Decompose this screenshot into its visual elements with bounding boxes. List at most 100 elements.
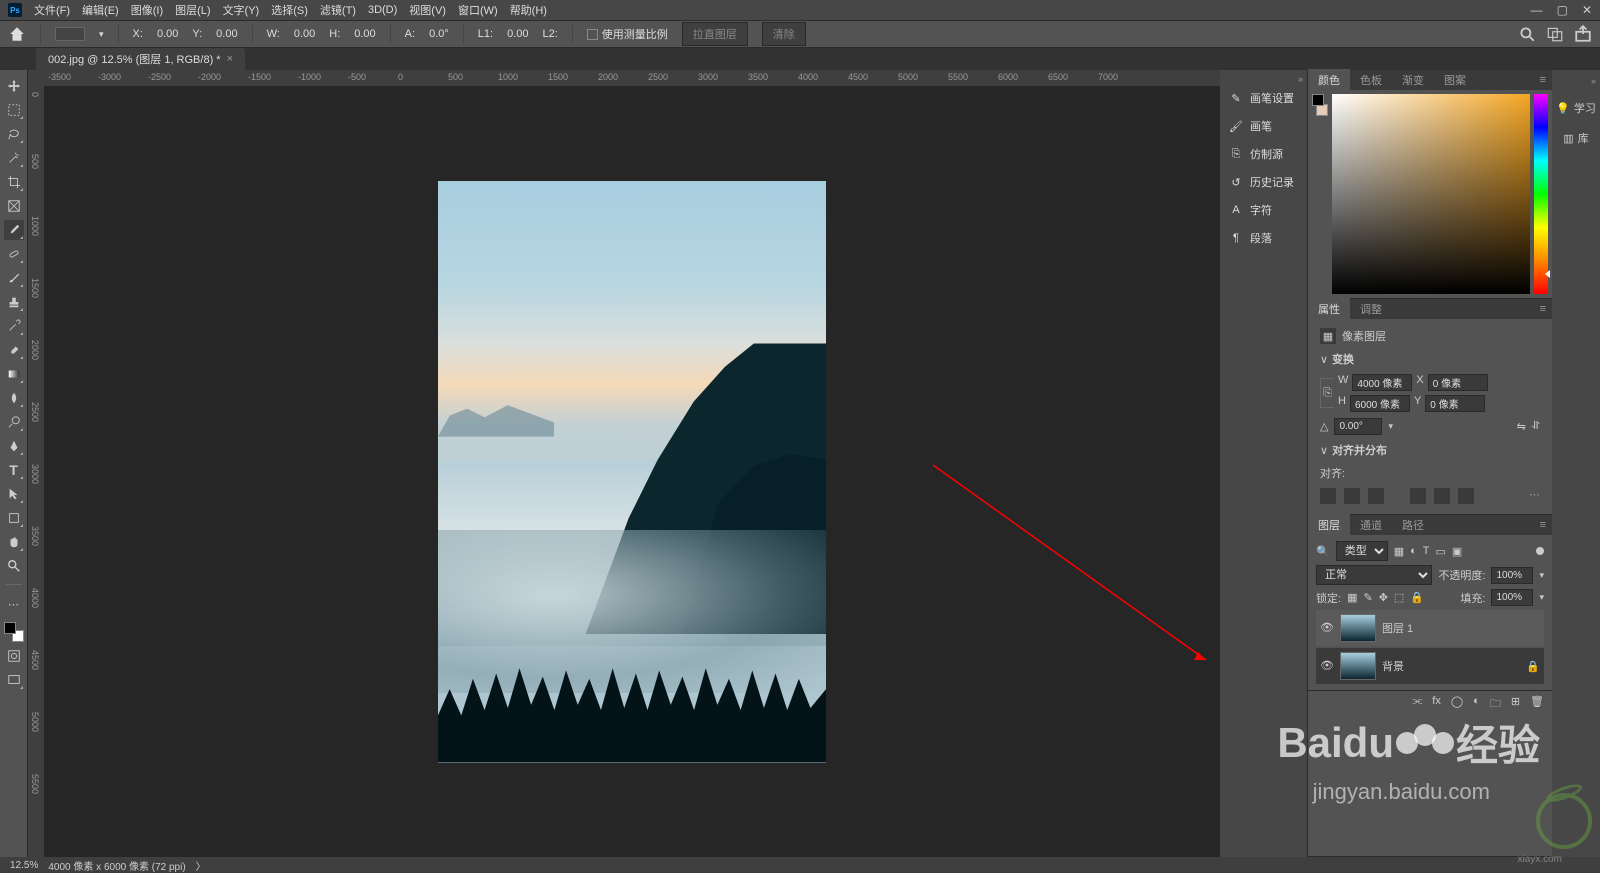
ruler-tool-icon[interactable] [55,27,85,41]
group-icon[interactable]: 🗀 [1490,695,1501,714]
blend-mode-select[interactable]: 正常 [1316,565,1432,585]
history-brush-tool-icon[interactable] [4,316,24,336]
hue-slider[interactable] [1534,94,1548,294]
layer-thumbnail[interactable] [1340,652,1376,680]
share-icon[interactable] [1574,25,1592,43]
crop-tool-icon[interactable] [4,172,24,192]
lock-pos-icon[interactable]: ✥ [1379,591,1388,604]
fx-icon[interactable]: fx [1432,695,1441,714]
brush-tool-icon[interactable] [4,268,24,288]
home-icon[interactable] [8,25,26,43]
menu-image[interactable]: 图像(I) [131,2,163,18]
menu-help[interactable]: 帮助(H) [510,2,547,18]
menu-type[interactable]: 文字(Y) [223,2,260,18]
scale-checkbox[interactable]: 使用测量比例 [587,26,668,42]
align-left-icon[interactable] [1320,488,1336,504]
filter-shape-icon[interactable]: ▭ [1436,545,1446,558]
color-fg-bg[interactable] [1312,94,1328,294]
document-tab[interactable]: 002.jpg @ 12.5% (图层 1, RGB/8) * × [36,48,245,70]
edit-toolbar-icon[interactable]: ⋯ [4,594,24,614]
menu-3d[interactable]: 3D(D) [368,4,397,16]
menu-filter[interactable]: 滤镜(T) [320,2,356,18]
align-hcenter-icon[interactable] [1344,488,1360,504]
adjust-layer-icon[interactable]: ◐ [1473,695,1480,714]
layer-thumbnail[interactable] [1340,614,1376,642]
align-bottom-icon[interactable] [1458,488,1474,504]
clone-source-panel-btn[interactable]: ⎘仿制源 [1220,140,1307,168]
filter-adjust-icon[interactable]: ◐ [1410,545,1417,557]
link-layers-icon[interactable]: ⫘ [1412,695,1422,714]
frames-icon[interactable] [1546,25,1564,43]
fill-input[interactable] [1491,589,1533,606]
hand-tool-icon[interactable] [4,532,24,552]
align-vcenter-icon[interactable] [1434,488,1450,504]
new-layer-icon[interactable]: ⊞ [1511,695,1520,714]
menu-window[interactable]: 窗口(W) [458,2,498,18]
menu-edit[interactable]: 编辑(E) [82,2,119,18]
maximize-icon[interactable]: ▢ [1557,3,1568,17]
lasso-tool-icon[interactable] [4,124,24,144]
tab-adjustments[interactable]: 调整 [1350,298,1392,320]
delete-layer-icon[interactable]: 🗑 [1530,695,1544,714]
panel-menu-icon[interactable]: ≡ [1534,303,1552,315]
visibility-icon[interactable]: 👁 [1320,621,1334,635]
visibility-icon[interactable]: 👁 [1320,659,1334,673]
brush-settings-panel-btn[interactable]: ✎画笔设置 [1220,84,1307,112]
filter-type-select[interactable]: 类型 [1336,541,1388,561]
minimize-icon[interactable]: — [1531,3,1543,17]
eraser-tool-icon[interactable] [4,340,24,360]
filter-pixel-icon[interactable]: ▦ [1394,545,1404,558]
layer-name[interactable]: 背景 [1382,658,1404,674]
link-wh-icon[interactable]: ⎘ [1320,378,1334,408]
layer-item-bg[interactable]: 👁 背景 🔒 [1316,648,1544,684]
tab-gradients[interactable]: 渐变 [1392,69,1434,91]
doc-info[interactable]: 4000 像素 x 6000 像素 (72 ppi) [48,858,185,873]
stamp-tool-icon[interactable] [4,292,24,312]
tab-layers[interactable]: 图层 [1308,514,1350,536]
ruler-horizontal[interactable]: -3500-3000-2500-2000-1500-1000-500050010… [28,70,1220,86]
menu-view[interactable]: 视图(V) [409,2,446,18]
filter-smart-icon[interactable]: ▣ [1452,545,1462,558]
lock-pixel-icon[interactable]: ✎ [1363,591,1372,604]
tab-color[interactable]: 颜色 [1308,69,1350,91]
tab-channels[interactable]: 通道 [1350,514,1392,536]
y-input[interactable] [1425,395,1485,412]
align-more-icon[interactable]: ⋯ [1529,488,1540,504]
menu-layer[interactable]: 图层(L) [175,2,210,18]
move-tool-icon[interactable] [4,76,24,96]
panel-menu-icon[interactable]: ≡ [1534,519,1552,531]
brush-panel-btn[interactable]: 🖌画笔 [1220,112,1307,140]
paragraph-panel-btn[interactable]: ¶段落 [1220,224,1307,252]
fg-color-icon[interactable] [4,622,16,634]
close-icon[interactable]: ✕ [1582,3,1592,17]
gradient-tool-icon[interactable] [4,364,24,384]
dodge-tool-icon[interactable] [4,412,24,432]
heal-tool-icon[interactable] [4,244,24,264]
zoom-tool-icon[interactable] [4,556,24,576]
zoom-level[interactable]: 12.5% [10,860,38,871]
lock-all-icon[interactable]: 🔒 [1410,591,1424,604]
layer-name[interactable]: 图层 1 [1382,620,1413,636]
ruler-vertical[interactable]: 0500100015002000250030003500400045005000… [28,86,44,857]
marquee-tool-icon[interactable] [4,100,24,120]
flip-v-icon[interactable]: ⥯ [1532,420,1540,433]
learn-panel-btn[interactable]: 💡学习 [1556,100,1596,116]
info-caret-icon[interactable]: 〉 [196,858,206,873]
blur-tool-icon[interactable] [4,388,24,408]
tab-patterns[interactable]: 图案 [1434,69,1476,91]
height-input[interactable] [1350,395,1410,412]
color-swatch[interactable] [4,622,24,642]
color-field[interactable] [1332,94,1530,294]
straighten-button[interactable]: 拉直图层 [682,22,748,46]
library-panel-btn[interactable]: ▥库 [1563,130,1588,146]
type-tool-icon[interactable]: T [4,460,24,480]
align-right-icon[interactable] [1368,488,1384,504]
layer-item-1[interactable]: 👁 图层 1 [1316,610,1544,646]
clear-button[interactable]: 清除 [762,22,806,46]
screen-mode-icon[interactable] [4,670,24,690]
pen-tool-icon[interactable] [4,436,24,456]
mask-icon[interactable]: ◯ [1451,695,1463,714]
history-panel-btn[interactable]: ↺历史记录 [1220,168,1307,196]
tab-close-icon[interactable]: × [227,53,233,65]
tab-swatches[interactable]: 色板 [1350,69,1392,91]
